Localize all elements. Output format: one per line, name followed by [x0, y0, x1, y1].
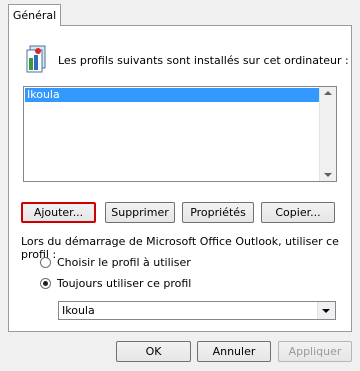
copy-button[interactable]: Copier... [261, 202, 335, 223]
always-use-profile-label: Toujours utiliser ce profil [57, 277, 192, 290]
add-button[interactable]: Ajouter... [21, 202, 96, 223]
scroll-down-icon[interactable] [324, 173, 332, 177]
always-use-profile-option[interactable]: Toujours utiliser ce profil [40, 277, 191, 290]
vertical-scrollbar[interactable] [319, 87, 336, 181]
list-item[interactable]: Ikoula [25, 88, 321, 102]
ok-button[interactable]: OK [116, 341, 191, 362]
apply-button[interactable]: Appliquer [278, 341, 352, 362]
profiles-icon [24, 44, 48, 74]
tab-general[interactable]: Général [8, 4, 61, 26]
profiles-list[interactable]: Ikoula [23, 86, 337, 182]
profile-select[interactable]: Ikoula [58, 301, 336, 320]
profile-select-value: Ikoula [62, 304, 95, 317]
properties-button[interactable]: Propriétés [182, 202, 254, 223]
choose-profile-option[interactable]: Choisir le profil à utiliser [40, 256, 191, 269]
radio-dot-icon [43, 281, 48, 286]
tab-label: Général [12, 9, 57, 22]
cancel-button[interactable]: Annuler [197, 341, 271, 362]
remove-button[interactable]: Supprimer [105, 202, 175, 223]
choose-profile-label: Choisir le profil à utiliser [57, 256, 191, 269]
dropdown-arrow-icon[interactable] [317, 302, 335, 319]
header-text: Les profils suivants sont installés sur … [58, 54, 349, 67]
scroll-up-icon[interactable] [324, 91, 332, 95]
choose-profile-radio[interactable] [40, 257, 51, 268]
always-use-profile-radio[interactable] [40, 278, 51, 289]
